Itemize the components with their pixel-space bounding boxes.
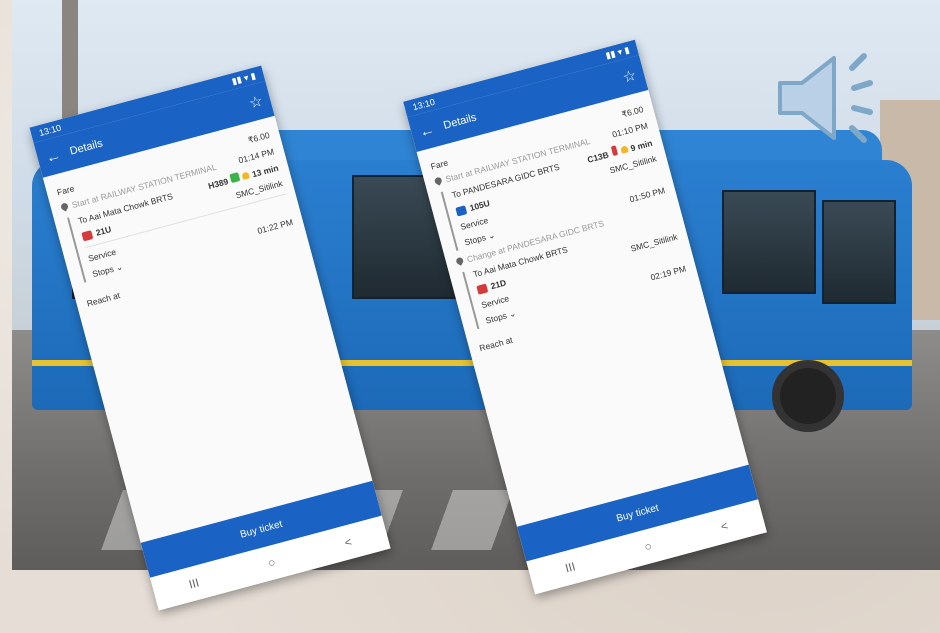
eta-text: 13 min	[250, 162, 280, 180]
speaker-icon[interactable]	[772, 38, 892, 158]
stops-toggle[interactable]: Stops ⌄	[91, 261, 124, 280]
back-button[interactable]: <	[343, 535, 353, 550]
person-icon	[610, 145, 618, 157]
vehicle-number: H389	[207, 176, 230, 192]
eta-text: 9 min	[629, 137, 654, 154]
fare-value: ₹6.00	[246, 129, 271, 146]
bus-icon	[476, 283, 489, 295]
chevron-down-icon: ⌄	[114, 261, 124, 273]
back-button[interactable]: <	[719, 518, 729, 533]
fare-label: Fare	[55, 182, 76, 197]
fare-value: ₹6.00	[620, 104, 645, 120]
recent-apps-button[interactable]: III	[564, 559, 577, 575]
chevron-down-icon: ⌄	[507, 307, 518, 320]
stops-toggle[interactable]: Stops ⌄	[484, 308, 517, 327]
bus-icon	[455, 204, 468, 217]
service-label: Service	[459, 214, 490, 232]
stops-toggle[interactable]: Stops ⌄	[463, 230, 496, 249]
route-badge[interactable]: 21U	[81, 224, 112, 241]
reach-time: 01:22 PM	[256, 216, 294, 236]
reach-label: Reach at	[478, 334, 514, 354]
back-arrow-icon[interactable]: ←	[44, 146, 63, 166]
home-button[interactable]: ○	[266, 555, 277, 570]
route-badge[interactable]: 105U	[455, 198, 491, 217]
chevron-down-icon: ⌄	[486, 229, 497, 242]
bus-icon	[81, 229, 94, 241]
bell-icon	[620, 145, 629, 154]
recent-apps-button[interactable]: III	[187, 575, 200, 591]
vehicle-number: C13B	[586, 149, 610, 165]
location-pin-icon	[454, 256, 465, 266]
slide-frame: 13:10 ▮▮ ▾ ▮ ← Details ☆ Fare ₹6.00 Star…	[0, 0, 940, 633]
reach-time: 02:19 PM	[649, 262, 687, 283]
seat-icon	[229, 172, 241, 184]
bus-window	[822, 200, 896, 304]
home-button[interactable]: ○	[643, 539, 654, 554]
bus-wheel	[772, 360, 844, 432]
bell-icon	[241, 171, 251, 180]
route-badge[interactable]: 21D	[476, 277, 507, 295]
service-label: Service	[480, 293, 511, 311]
back-arrow-icon[interactable]: ←	[417, 120, 436, 140]
bus-window	[722, 190, 816, 294]
location-pin-icon	[433, 176, 444, 186]
fare-label: Fare	[429, 156, 449, 172]
reach-label: Reach at	[85, 290, 122, 309]
location-pin-icon	[59, 201, 70, 212]
change-time: 01:50 PM	[628, 184, 667, 204]
service-label: Service	[87, 246, 118, 264]
divider	[85, 193, 286, 249]
